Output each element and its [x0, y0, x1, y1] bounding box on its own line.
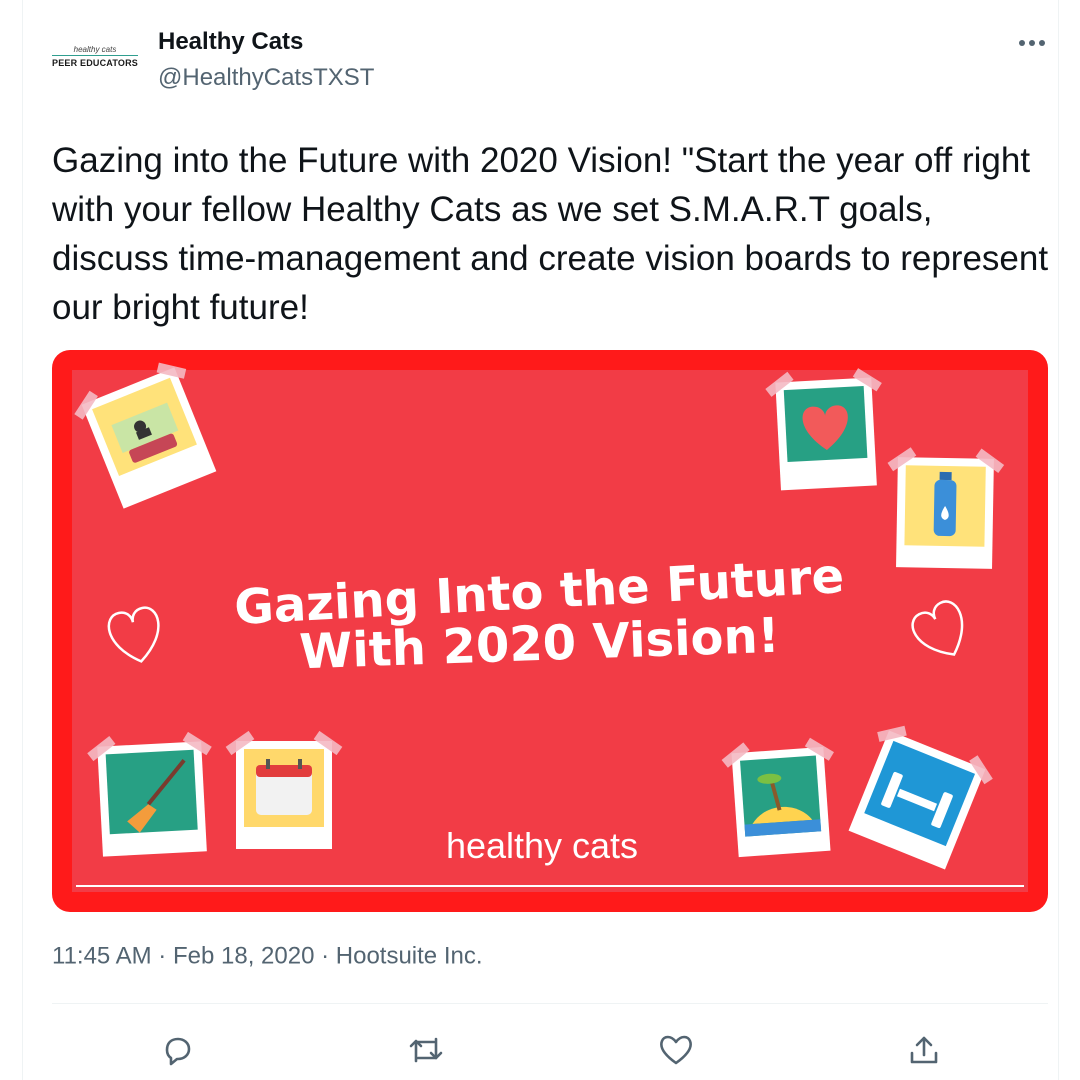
tweet-date[interactable]: Feb 18, 2020	[173, 943, 314, 970]
like-icon	[660, 1035, 692, 1065]
tweet-source[interactable]: Hootsuite Inc.	[336, 943, 483, 970]
image-brand-logo: healthy cats	[446, 825, 638, 866]
user-handle[interactable]: @HealthyCatsTXST	[158, 64, 374, 92]
tweet-time[interactable]: 11:45 AM	[52, 943, 152, 970]
photo-water-bottle	[887, 447, 1005, 569]
meta-divider	[52, 1003, 1048, 1004]
avatar-logo-top: healthy cats	[73, 44, 117, 54]
photo-heart	[765, 368, 882, 491]
reply-button[interactable]	[154, 1028, 198, 1072]
timeline-border-right	[1058, 0, 1059, 1080]
timeline-border-left	[22, 0, 23, 1080]
avatar-logo-rule	[52, 54, 138, 56]
tweet-image[interactable]: Gazing Into the Future With 2020 Vision!…	[52, 350, 1048, 912]
avatar[interactable]: healthy cats PEER EDUCATORS	[50, 36, 140, 76]
photo-island	[721, 737, 834, 858]
meta-separator: ·	[321, 942, 330, 970]
water-bottle-icon	[933, 471, 957, 537]
retweet-icon	[409, 1037, 443, 1063]
like-button[interactable]	[654, 1028, 698, 1072]
tweet-card: healthy cats PEER EDUCATORS Healthy Cats…	[0, 0, 1080, 1080]
reply-icon	[165, 1037, 191, 1066]
retweet-button[interactable]	[404, 1028, 448, 1072]
share-icon	[910, 1036, 938, 1064]
more-options-icon[interactable]	[1012, 28, 1052, 58]
tweet-text: Gazing into the Future with 2020 Vision!…	[52, 141, 1049, 327]
action-bar	[0, 1020, 1080, 1080]
photo-broom	[87, 731, 212, 857]
photo-calendar	[225, 730, 343, 849]
calendar-icon	[256, 759, 312, 815]
meta-separator: ·	[158, 942, 167, 970]
avatar-logo-bottom: PEER EDUCATORS	[52, 57, 138, 68]
display-name[interactable]: Healthy Cats	[158, 28, 303, 56]
share-button[interactable]	[902, 1028, 946, 1072]
tweet-meta: 11:45 AM · Feb 18, 2020 · Hootsuite Inc.	[52, 942, 483, 971]
